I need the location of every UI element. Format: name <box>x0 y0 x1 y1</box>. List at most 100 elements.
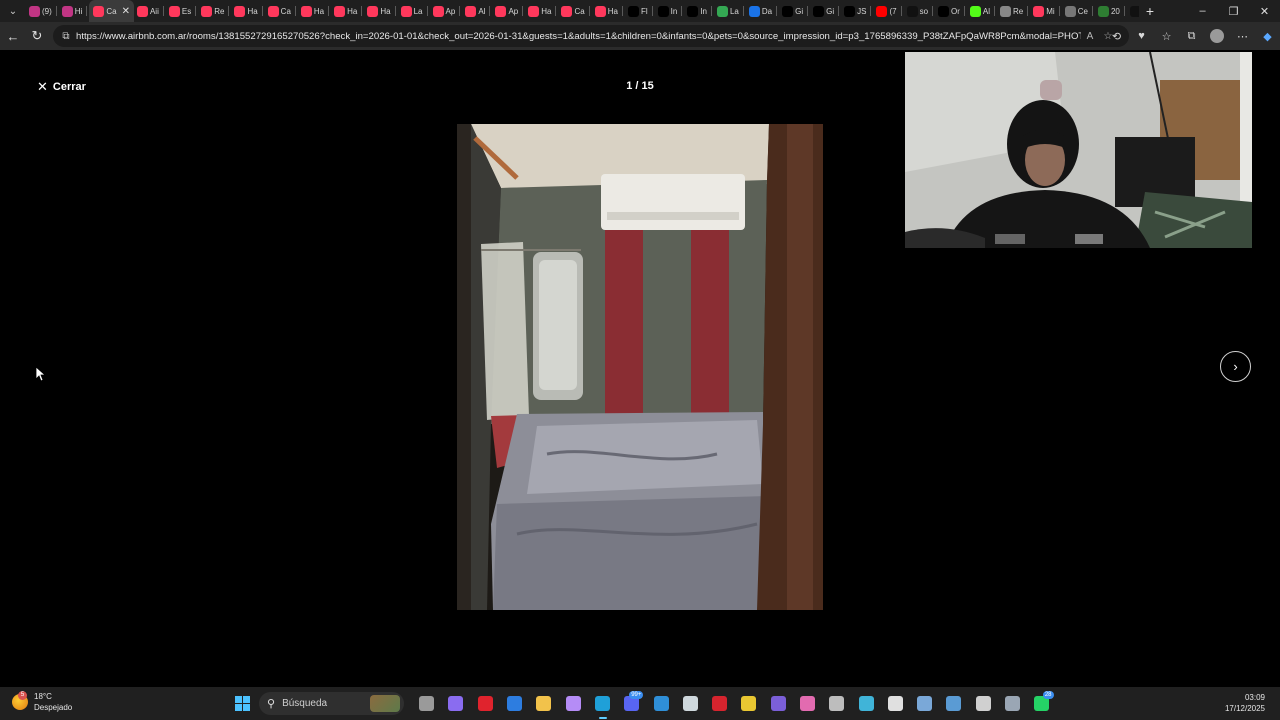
browser-tab[interactable]: In <box>684 0 714 22</box>
edge-icon[interactable] <box>588 687 617 720</box>
browser-tab[interactable]: Ha <box>298 0 331 22</box>
ccleaner-icon[interactable] <box>676 687 705 720</box>
color-app-icon[interactable] <box>851 687 880 720</box>
browser-tab[interactable]: Al <box>967 0 997 22</box>
browser-toolbar: ⟲ ♥ ☆ ⧉ ⋯ ◆ <box>1104 22 1280 50</box>
close-tab-icon[interactable]: ✕ <box>122 6 130 17</box>
extensions-icon[interactable]: ⟲ <box>1104 22 1129 50</box>
browser-tab[interactable]: Ce <box>1062 0 1095 22</box>
system-clock[interactable]: 03:09 17/12/2025 <box>1225 692 1265 714</box>
chat-app-icon[interactable] <box>881 687 910 720</box>
browser-tab[interactable]: Ha <box>525 0 558 22</box>
url-text[interactable]: https://www.airbnb.com.ar/rooms/13815527… <box>76 31 1081 42</box>
browser-tab[interactable]: JS <box>841 0 873 22</box>
app-glyph <box>829 696 845 711</box>
airbnb-icon <box>136 5 148 17</box>
browser-tab[interactable]: Ha <box>331 0 364 22</box>
read-aloud-icon[interactable]: A <box>1081 31 1099 42</box>
tab-separator <box>900 6 902 16</box>
tab-label: (7 <box>889 6 897 16</box>
browser-tab[interactable]: Ca <box>558 0 591 22</box>
browser-tab[interactable]: Ap <box>430 0 463 22</box>
vscode-icon[interactable] <box>646 687 675 720</box>
minimize-icon[interactable]: – <box>1187 0 1218 22</box>
next-photo-button[interactable]: › <box>1220 351 1251 382</box>
browser-tab[interactable]: 20 <box>1095 0 1127 22</box>
calculator-icon[interactable] <box>822 687 851 720</box>
browser-tab[interactable]: (9) <box>26 0 59 22</box>
restore-icon[interactable]: ❐ <box>1218 0 1249 22</box>
instagram-icon <box>61 5 73 17</box>
collections-icon[interactable]: ⧉ <box>1179 22 1204 50</box>
browser-tab[interactable]: Es <box>166 0 198 22</box>
file-explorer-icon[interactable] <box>529 687 558 720</box>
address-bar[interactable]: ⧉ https://www.airbnb.com.ar/rooms/138155… <box>53 25 1129 47</box>
browser-tab[interactable]: Or <box>935 0 967 22</box>
photo-app-icon[interactable] <box>793 687 822 720</box>
browser-tab[interactable]: Re <box>198 0 231 22</box>
browser-tab[interactable]: (3 <box>1127 0 1139 22</box>
browser-tab[interactable]: (7 <box>873 0 903 22</box>
tab-separator <box>294 6 296 16</box>
tab-label: Or <box>951 6 960 16</box>
browser-tab[interactable]: In <box>655 0 685 22</box>
browser-tab[interactable]: Hi <box>59 0 90 22</box>
browser-essentials-icon[interactable]: ♥ <box>1129 22 1154 50</box>
steam-icon[interactable] <box>998 687 1027 720</box>
browser-tab[interactable]: Ha <box>364 0 397 22</box>
browser-tab[interactable]: so <box>904 0 935 22</box>
opera-icon[interactable] <box>471 687 500 720</box>
new-tab-icon[interactable]: + <box>1139 0 1161 22</box>
airbnb-icon <box>234 5 246 17</box>
whatsapp-icon[interactable]: 28 <box>1027 687 1056 720</box>
browser-tab[interactable]: Gi <box>779 0 810 22</box>
profile-avatar[interactable] <box>1210 29 1224 43</box>
red-app-icon[interactable] <box>705 687 734 720</box>
close-button[interactable]: ✕ Cerrar <box>37 79 86 95</box>
weather-widget[interactable]: 5 18°C Despejado <box>12 691 72 713</box>
browser-tab[interactable]: Ca ✕ <box>89 0 134 22</box>
browser-tab[interactable]: Ha <box>231 0 264 22</box>
discord-icon[interactable]: 99+ <box>617 687 646 720</box>
browser-tab[interactable]: La <box>398 0 430 22</box>
browser-tab[interactable]: Da <box>746 0 779 22</box>
tab-separator <box>588 6 590 16</box>
store-icon[interactable] <box>500 687 529 720</box>
tab-label: Ha <box>347 6 358 16</box>
browser-tab[interactable]: La <box>714 0 746 22</box>
browser-tab[interactable]: Fl <box>625 0 655 22</box>
app-glyph <box>712 696 728 711</box>
virtual-desktop-icon[interactable] <box>412 687 441 720</box>
settings-more-icon[interactable]: ⋯ <box>1230 22 1255 50</box>
back-icon[interactable]: ← <box>1 24 25 48</box>
doc-icon <box>748 5 760 17</box>
refresh-icon[interactable]: ↻ <box>25 24 49 48</box>
app-glyph <box>419 696 435 711</box>
browser-tab[interactable]: Gi <box>810 0 841 22</box>
browser-tab[interactable]: Aii <box>134 0 166 22</box>
favorites-icon[interactable]: ☆ <box>1154 22 1179 50</box>
vector-app-icon[interactable] <box>734 687 763 720</box>
x-icon <box>844 5 856 17</box>
purple-app-icon[interactable] <box>764 687 793 720</box>
tab-actions-menu-icon[interactable]: ⌄ <box>0 0 26 22</box>
browser-tab[interactable]: Ap <box>492 0 525 22</box>
pen-app-icon[interactable] <box>558 687 587 720</box>
browser-tab[interactable]: Ca <box>265 0 298 22</box>
screen-app-icon[interactable] <box>910 687 939 720</box>
site-info-icon[interactable]: ⧉ <box>60 30 72 42</box>
tab-label: (9) <box>42 6 52 16</box>
browser-tab[interactable]: Al <box>462 0 492 22</box>
copilot-sidebar-icon[interactable]: ◆ <box>1255 22 1280 50</box>
globe-icon <box>1097 5 1109 17</box>
browser-tab[interactable]: Re <box>997 0 1030 22</box>
browser-tab[interactable]: Ha <box>592 0 625 22</box>
settings-icon[interactable] <box>969 687 998 720</box>
taskbar-search-box[interactable]: ⚲ Búsqueda <box>259 692 404 715</box>
tab-label: Ha <box>313 6 325 16</box>
windows-start-icon[interactable] <box>235 696 250 711</box>
copilot-icon[interactable] <box>441 687 470 720</box>
browser-tab[interactable]: Mi <box>1030 0 1061 22</box>
close-window-icon[interactable]: ✕ <box>1249 0 1280 22</box>
image-app-icon[interactable] <box>939 687 968 720</box>
